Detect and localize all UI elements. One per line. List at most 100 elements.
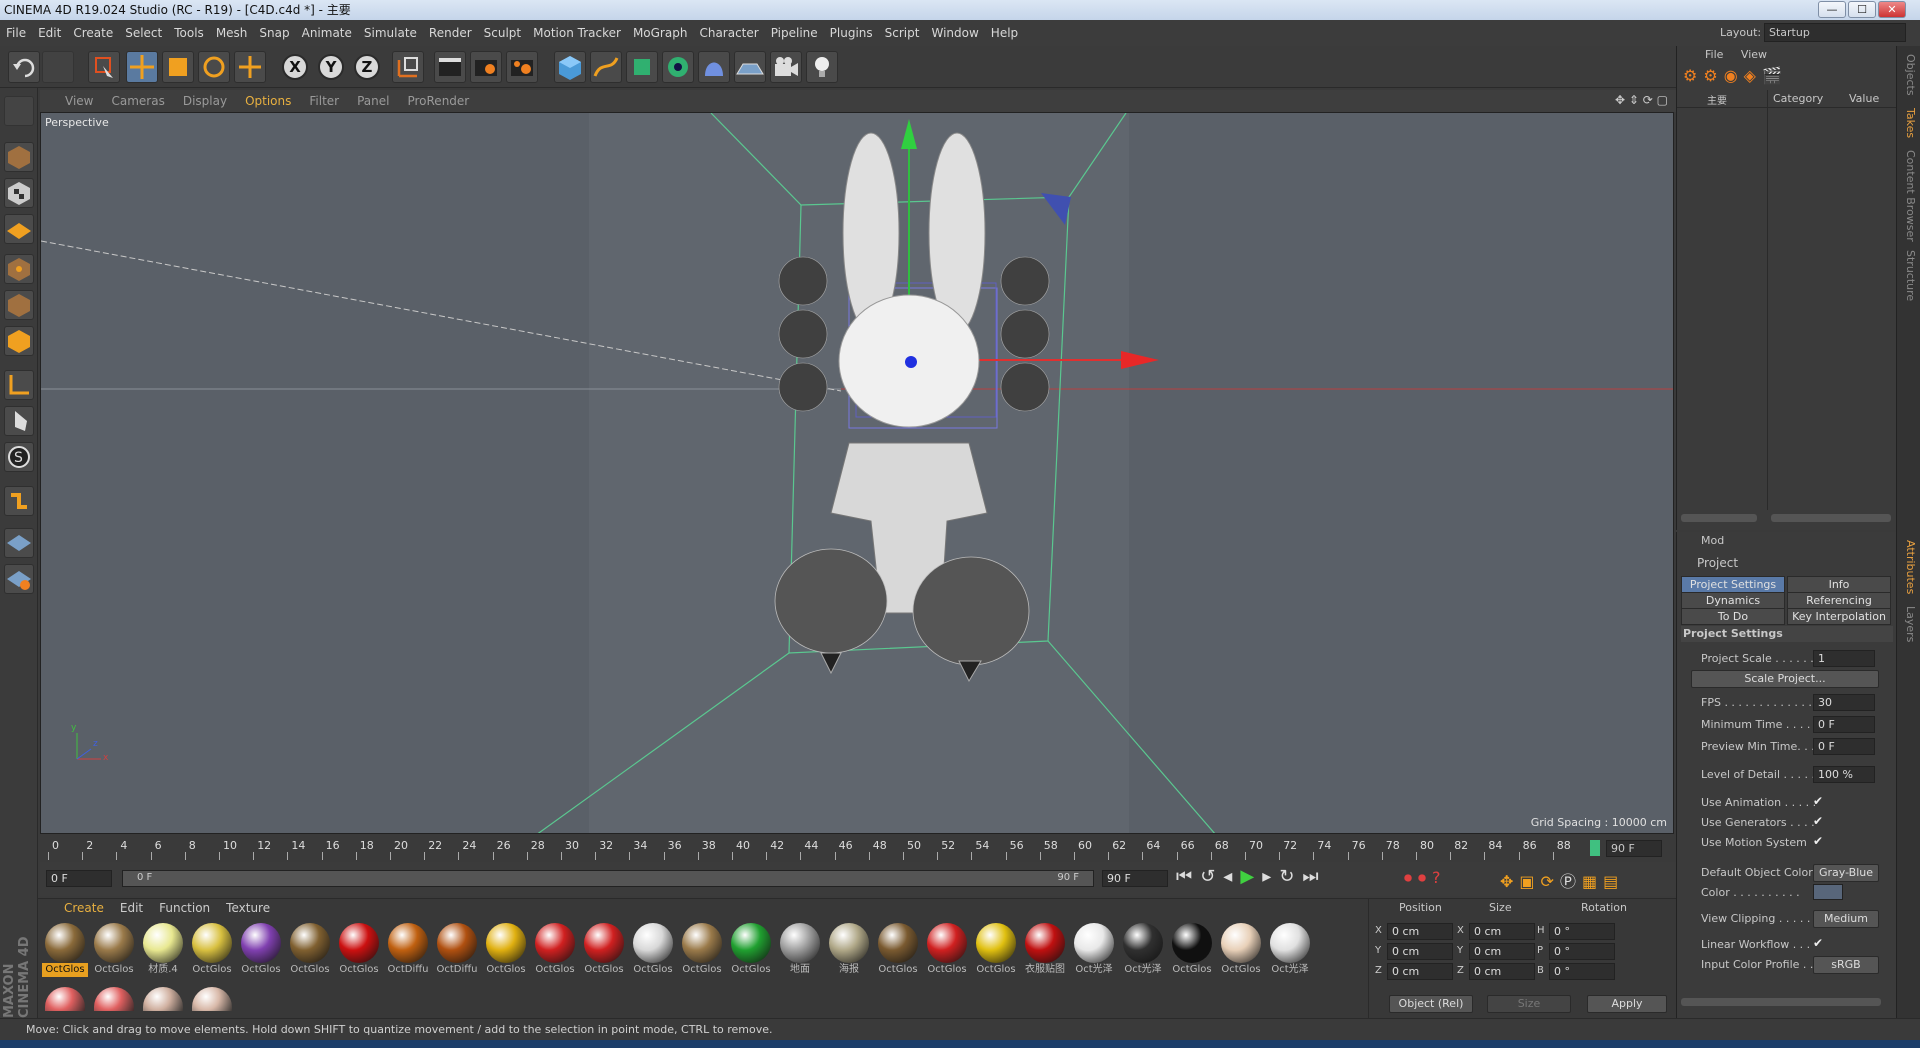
render-picture-viewer-icon[interactable] — [470, 51, 502, 83]
record-icon[interactable]: ⏺ — [1404, 868, 1418, 887]
material-item[interactable]: OctGlos — [875, 921, 921, 979]
default-color-select[interactable]: Gray-Blue — [1813, 864, 1879, 882]
scale-project-button[interactable]: Scale Project... — [1691, 670, 1879, 688]
objects-tab[interactable]: Objects — [1901, 54, 1917, 96]
menu-mesh[interactable]: Mesh — [210, 20, 254, 46]
key-scale-icon[interactable]: ▣ — [1519, 872, 1540, 891]
material-item[interactable]: OctGlos — [483, 921, 529, 979]
play-icon[interactable]: ▶ — [1240, 866, 1262, 887]
menu-character[interactable]: Character — [693, 20, 764, 46]
object-menu-file[interactable]: File — [1705, 48, 1723, 61]
menu-simulate[interactable]: Simulate — [358, 20, 423, 46]
autokey-icon[interactable]: ⏺ — [1418, 868, 1432, 887]
material-item-partial[interactable] — [45, 987, 85, 1011]
light-icon[interactable] — [806, 51, 838, 83]
material-item[interactable]: 地面 — [777, 921, 823, 979]
material-item[interactable]: OctGlos — [679, 921, 725, 979]
main-take-label[interactable]: 主要 — [1707, 92, 1727, 107]
z-axis-toggle[interactable]: Z — [354, 54, 380, 80]
coord-rot-field[interactable]: 0 ° — [1549, 943, 1615, 960]
material-item[interactable]: 材质.4 — [140, 921, 186, 979]
viewport-menu-cameras[interactable]: Cameras — [102, 90, 173, 112]
use-animation-checkbox[interactable]: ✔ — [1813, 794, 1827, 808]
fps-field[interactable]: 30 — [1813, 694, 1875, 711]
take-auto-icon[interactable]: ⚙ — [1703, 66, 1723, 85]
redo-icon[interactable] — [42, 51, 74, 83]
right-scrollbar[interactable] — [1771, 514, 1891, 522]
transform-icon[interactable] — [234, 51, 266, 83]
preview-min-field[interactable]: 0 F — [1813, 738, 1875, 755]
attribute-tab-dynamics[interactable]: Dynamics — [1681, 592, 1785, 609]
snap-icon[interactable] — [4, 486, 34, 516]
attribute-mode-menu[interactable]: Mod — [1701, 534, 1724, 547]
takes-tab[interactable]: Takes — [1901, 108, 1917, 138]
menu-snap[interactable]: Snap — [253, 20, 295, 46]
y-axis-toggle[interactable]: Y — [318, 54, 344, 80]
material-item-partial[interactable] — [192, 987, 232, 1011]
left-scrollbar[interactable] — [1681, 514, 1757, 522]
menu-pipeline[interactable]: Pipeline — [765, 20, 824, 46]
coord-rot-field[interactable]: 0 ° — [1549, 963, 1615, 980]
color-swatch[interactable] — [1813, 884, 1843, 900]
menu-motion-tracker[interactable]: Motion Tracker — [527, 20, 627, 46]
rotate-icon[interactable] — [198, 51, 230, 83]
viewport-perspective[interactable]: Perspective y x z Grid Spacing : 10000 c… — [40, 112, 1674, 834]
pen-spline-icon[interactable] — [590, 51, 622, 83]
viewport-menu-display[interactable]: Display — [174, 90, 236, 112]
live-selection-icon[interactable] — [88, 51, 120, 83]
material-item[interactable]: OctGlos — [581, 921, 627, 979]
size-mode-select[interactable]: Size — [1487, 995, 1571, 1013]
texture-mode-icon[interactable] — [4, 178, 34, 208]
material-item[interactable]: OctGlos — [973, 921, 1019, 979]
structure-tab[interactable]: Structure — [1901, 250, 1917, 301]
move-icon[interactable] — [126, 51, 158, 83]
viewport-menu-filter[interactable]: Filter — [300, 90, 348, 112]
cube-icon[interactable] — [554, 51, 586, 83]
material-item[interactable]: OctDiffu — [434, 921, 480, 979]
material-item[interactable]: OctGlos — [287, 921, 333, 979]
attribute-tab-to-do[interactable]: To Do — [1681, 608, 1785, 625]
apply-button[interactable]: Apply — [1587, 995, 1667, 1013]
polygons-mode-icon[interactable] — [4, 326, 34, 356]
timeline-window-icon[interactable]: ▤ — [1603, 872, 1624, 891]
material-item-partial[interactable] — [143, 987, 183, 1011]
viewport-menu-prorender[interactable]: ProRender — [398, 90, 478, 112]
object-menu-view[interactable]: View — [1741, 48, 1767, 61]
camera-icon[interactable] — [770, 51, 802, 83]
attributes-tab[interactable]: Attributes — [1901, 540, 1917, 594]
material-item[interactable]: OctGlos — [1218, 921, 1264, 979]
scale-icon[interactable] — [162, 51, 194, 83]
content-browser-tab[interactable]: Content Browser — [1901, 150, 1917, 242]
coord-size-field[interactable]: 0 cm — [1469, 963, 1535, 980]
material-item[interactable]: OctGlos — [924, 921, 970, 979]
attribute-tab-referencing[interactable]: Referencing — [1787, 592, 1891, 609]
go-to-end-icon[interactable]: ⏭ — [1302, 866, 1326, 887]
points-mode-icon[interactable] — [4, 254, 34, 284]
key-rotation-icon[interactable]: ⟳ — [1541, 872, 1560, 891]
minimum-time-field[interactable]: 0 F — [1813, 716, 1875, 733]
coord-pos-field[interactable]: 0 cm — [1387, 923, 1453, 940]
take-override-icon[interactable]: ◉ — [1724, 66, 1744, 85]
menu-sculpt[interactable]: Sculpt — [478, 20, 527, 46]
material-item[interactable]: OctGlos — [189, 921, 235, 979]
menu-tools[interactable]: Tools — [168, 20, 210, 46]
key-pla-icon[interactable]: ▦ — [1582, 872, 1603, 891]
layout-select[interactable]: Startup — [1764, 23, 1906, 42]
material-item[interactable]: OctGlos — [42, 921, 88, 979]
material-item[interactable]: OctGlos — [238, 921, 284, 979]
material-item[interactable]: OctGlos — [728, 921, 774, 979]
attribute-tab-key-interpolation[interactable]: Key Interpolation — [1787, 608, 1891, 625]
axis-mode-icon[interactable] — [4, 370, 34, 400]
attribute-tab-info[interactable]: Info — [1787, 576, 1891, 593]
playhead-end-marker[interactable] — [1590, 840, 1600, 856]
viewport-menu-panel[interactable]: Panel — [348, 90, 398, 112]
level-of-detail-field[interactable]: 100 % — [1813, 766, 1875, 783]
material-item-partial[interactable] — [94, 987, 134, 1011]
next-frame-icon[interactable]: ▸ — [1262, 866, 1279, 887]
viewport-menu-options[interactable]: Options — [236, 90, 300, 112]
attribute-scrollbar[interactable] — [1681, 998, 1881, 1006]
coord-rot-field[interactable]: 0 ° — [1549, 923, 1615, 940]
menu-file[interactable]: File — [0, 20, 32, 46]
menu-create[interactable]: Create — [67, 20, 119, 46]
material-item[interactable]: OctGlos — [532, 921, 578, 979]
